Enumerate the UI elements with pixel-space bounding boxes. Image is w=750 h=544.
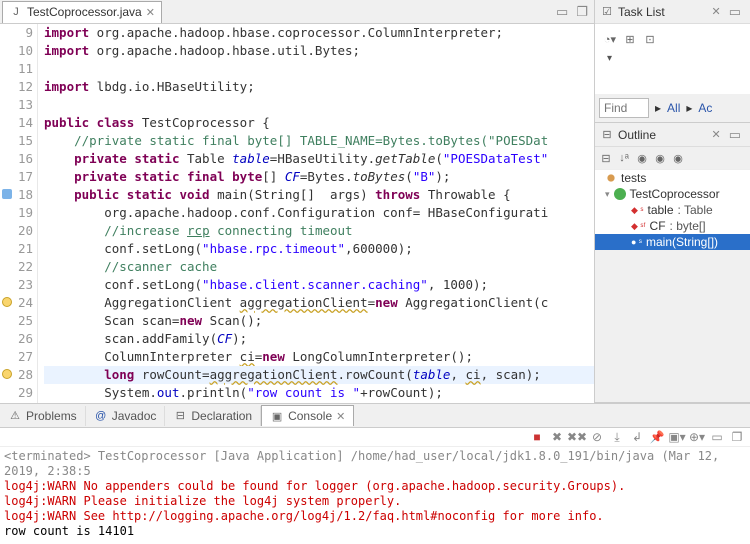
schedule-icon[interactable]: ⊡: [643, 32, 657, 46]
outline-icon: ⊟: [600, 128, 614, 142]
outline-class[interactable]: ▾ TestCoprocessor: [595, 186, 750, 202]
hide-fields-icon[interactable]: ◉: [635, 151, 649, 165]
problems-icon: ⚠: [8, 409, 22, 423]
outline-package[interactable]: tests: [595, 170, 750, 186]
outline-method-selected[interactable]: ● ˢ main(String[]): [595, 234, 750, 250]
java-file-icon: J: [9, 5, 23, 19]
tab-declaration[interactable]: ⊟ Declaration: [165, 406, 261, 426]
method-icon: ● ˢ: [631, 237, 642, 247]
outline-title: Outline: [618, 128, 707, 142]
outline-field[interactable]: ◆ ˢᶠ CFbyte[]: [595, 218, 750, 234]
task-list-title: Task List: [618, 5, 707, 19]
categorize-icon[interactable]: ⊞: [623, 32, 637, 46]
hide-nonpublic-icon[interactable]: ◉: [671, 151, 685, 165]
class-icon: [614, 188, 626, 200]
field-icon: ◆ ˢ: [631, 205, 643, 216]
close-icon[interactable]: ✕: [711, 5, 720, 18]
outline-item-label: table: [647, 203, 673, 217]
maximize-icon[interactable]: ❐: [730, 430, 744, 444]
editor-pane: J TestCoprocessor.java ✕ ▭ ❐ 91011121314…: [0, 0, 595, 403]
console-launch-header: <terminated> TestCoprocessor [Java Appli…: [4, 449, 746, 479]
pin-console-icon[interactable]: 📌: [650, 430, 664, 444]
chevron-down-icon[interactable]: ▾: [607, 53, 612, 64]
close-icon[interactable]: ✕: [146, 6, 155, 19]
package-icon: [605, 172, 617, 184]
outline-field[interactable]: ◆ ˢ tableTable: [595, 202, 750, 218]
line-gutter: 9101112131415161718192021222324252627282…: [0, 24, 38, 403]
tab-label: Problems: [26, 409, 77, 423]
outline-item-label: main(String[]): [646, 235, 718, 249]
code-content[interactable]: import org.apache.hadoop.hbase.coprocess…: [38, 24, 594, 403]
separator: ▸: [686, 101, 692, 115]
editor-tab-label: TestCoprocessor.java: [27, 5, 142, 19]
console-toolbar: ■ ✖ ✖✖ ⊘ ⤓ ↲ 📌 ▣▾ ⊕▾ ▭ ❐: [0, 428, 750, 447]
task-find-input[interactable]: [599, 98, 649, 118]
display-console-icon[interactable]: ▣▾: [670, 430, 684, 444]
expand-icon[interactable]: ▾: [605, 189, 610, 200]
clear-console-icon[interactable]: ⊘: [590, 430, 604, 444]
remove-all-icon[interactable]: ✖✖: [570, 430, 584, 444]
maximize-icon[interactable]: ❐: [572, 4, 592, 20]
minimize-icon[interactable]: ▭: [725, 4, 745, 20]
open-console-icon[interactable]: ⊕▾: [690, 430, 704, 444]
code-editor[interactable]: 9101112131415161718192021222324252627282…: [0, 24, 594, 403]
word-wrap-icon[interactable]: ↲: [630, 430, 644, 444]
declaration-icon: ⊟: [173, 409, 187, 423]
minimize-icon[interactable]: ▭: [710, 430, 724, 444]
outline-tree[interactable]: tests ▾ TestCoprocessor ◆ ˢ tableTable ◆…: [595, 170, 750, 250]
sort-icon[interactable]: ⊟: [599, 151, 613, 165]
new-task-icon[interactable]: ◔▾: [603, 32, 617, 46]
remove-launch-icon[interactable]: ✖: [550, 430, 564, 444]
hide-static-icon[interactable]: ◉: [653, 151, 667, 165]
console-icon: ▣: [270, 409, 284, 423]
console-output[interactable]: <terminated> TestCoprocessor [Java Appli…: [0, 447, 750, 541]
javadoc-icon: @: [94, 409, 108, 423]
bottom-tabbar: ⚠ Problems @ Javadoc ⊟ Declaration ▣ Con…: [0, 404, 750, 428]
close-icon[interactable]: ✕: [711, 128, 720, 141]
minimize-icon[interactable]: ▭: [725, 127, 745, 143]
bottom-pane: ⚠ Problems @ Javadoc ⊟ Declaration ▣ Con…: [0, 404, 750, 544]
tab-javadoc[interactable]: @ Javadoc: [86, 406, 166, 426]
tab-problems[interactable]: ⚠ Problems: [0, 406, 86, 426]
tab-label: Console: [288, 409, 332, 423]
scroll-lock-icon[interactable]: ⤓: [610, 430, 624, 444]
separator: ▸: [655, 101, 661, 115]
terminate-icon[interactable]: ■: [530, 430, 544, 444]
outline-item-label: tests: [621, 171, 646, 185]
filter-activate-link[interactable]: Ac: [698, 101, 712, 115]
tab-label: Javadoc: [112, 409, 157, 423]
editor-tabbar: J TestCoprocessor.java ✕ ▭ ❐: [0, 0, 594, 24]
sort-az-icon[interactable]: ↓ᵃ: [617, 151, 631, 165]
filter-all-link[interactable]: All: [667, 101, 680, 115]
field-icon: ◆ ˢᶠ: [631, 221, 646, 232]
task-list-panel: ☑ Task List ✕ ▭ ◔▾ ⊞ ⊡ ▾ ▸ All: [595, 0, 750, 123]
close-icon[interactable]: ✕: [336, 410, 345, 423]
right-sidebar: ☑ Task List ✕ ▭ ◔▾ ⊞ ⊡ ▾ ▸ All: [595, 0, 750, 403]
outline-item-label: CF: [650, 219, 666, 233]
editor-tab[interactable]: J TestCoprocessor.java ✕: [2, 1, 162, 23]
minimize-icon[interactable]: ▭: [552, 4, 572, 20]
outline-panel: ⊟ Outline ✕ ▭ ⊟ ↓ᵃ ◉ ◉ ◉ tests: [595, 123, 750, 403]
task-list-icon: ☑: [600, 5, 614, 19]
tab-label: Declaration: [191, 409, 252, 423]
outline-item-label: TestCoprocessor: [630, 187, 720, 201]
tab-console[interactable]: ▣ Console ✕: [261, 405, 354, 426]
